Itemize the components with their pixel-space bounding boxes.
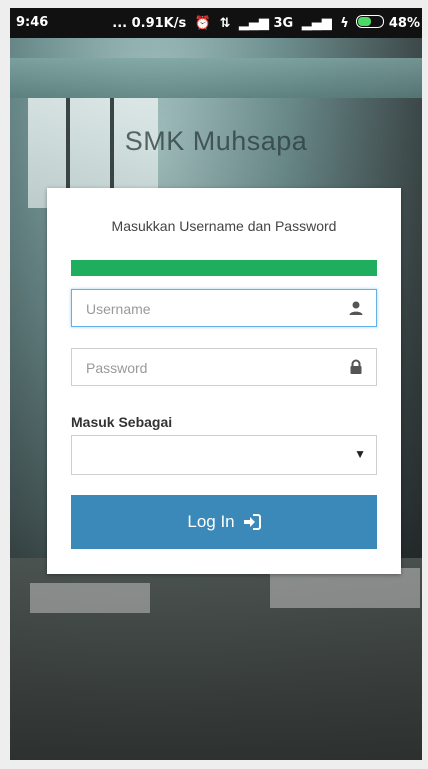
status-right: ... 0.91K/s ⏰ ⇅ ▂▄▆ 3G ▂▄▆ ϟ 48% — [112, 15, 420, 31]
login-button[interactable]: Log In — [71, 495, 377, 549]
user-icon — [349, 301, 363, 315]
battery-percent: 48% — [388, 16, 420, 31]
role-label: Masuk Sebagai — [71, 414, 173, 430]
login-card: Masukkan Username dan Password Masuk Seb… — [47, 188, 401, 574]
signal-icon: ▂▄▆ — [238, 16, 269, 31]
login-subtitle: Masukkan Username dan Password — [111, 218, 337, 234]
status-time: 9:46 — [16, 15, 49, 30]
sign-in-icon — [243, 514, 261, 530]
charging-icon: ϟ — [340, 16, 349, 31]
battery-icon — [356, 15, 385, 28]
network-type: 3G — [273, 16, 294, 31]
app-brand-title: SMK Muhsapa — [124, 126, 308, 156]
caret-down-icon: ▼ — [354, 447, 366, 461]
login-button-label: Log In — [187, 512, 235, 531]
network-speed: ... 0.91K/s — [112, 16, 187, 31]
role-select[interactable]: ▼ — [71, 435, 377, 475]
password-field[interactable] — [71, 348, 377, 387]
password-input[interactable] — [84, 349, 328, 387]
username-field[interactable] — [71, 289, 377, 328]
username-input[interactable] — [84, 290, 328, 328]
lock-icon — [350, 359, 362, 374]
alarm-icon: ⏰ — [194, 16, 211, 31]
progress-bar — [71, 260, 377, 276]
status-bar: 9:46 ... 0.91K/s ⏰ ⇅ ▂▄▆ 3G ▂▄▆ ϟ 48% — [10, 8, 422, 38]
progress-fill — [71, 260, 377, 276]
data-arrows-icon: ⇅ — [219, 16, 231, 31]
signal-icon-2: ▂▄▆ — [301, 16, 332, 31]
